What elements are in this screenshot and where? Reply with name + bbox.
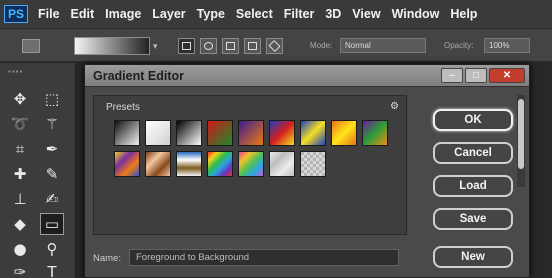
reflected-gradient-button[interactable] <box>244 38 261 54</box>
crop-icon[interactable]: ⌗ <box>8 138 32 160</box>
mode-label: Mode: <box>310 41 333 50</box>
mode-select[interactable]: Normal <box>340 38 426 53</box>
load-button[interactable]: Load <box>433 175 513 197</box>
dodge-icon[interactable]: ⚲ <box>40 238 64 260</box>
menu-select[interactable]: Select <box>236 7 273 21</box>
preset-swatch-orange-yellow-orange[interactable] <box>331 120 357 146</box>
preset-swatch-spectrum[interactable] <box>207 151 233 177</box>
minimize-icon[interactable]: – <box>441 68 463 83</box>
healing-brush-icon[interactable]: ✚ <box>8 163 32 185</box>
menu-view[interactable]: View <box>352 7 380 21</box>
app-logo: PS <box>4 5 28 23</box>
preset-swatch-grid <box>114 120 388 190</box>
pen-icon[interactable]: ✑ <box>8 261 32 278</box>
eraser-icon[interactable]: ◆ <box>8 213 32 235</box>
preset-swatch-fg-to-transparent[interactable] <box>145 120 171 146</box>
preset-swatch-fg-to-bg[interactable] <box>114 120 140 146</box>
chevron-down-icon[interactable]: ▾ <box>153 41 158 52</box>
new-button[interactable]: New <box>433 246 513 268</box>
presets-label: Presets <box>106 102 140 113</box>
preset-swatch-black-white[interactable] <box>176 120 202 146</box>
preset-swatch-violet-green-orange[interactable] <box>362 120 388 146</box>
angle-gradient-button[interactable] <box>222 38 239 54</box>
preset-swatch-blue-red-yellow[interactable] <box>269 120 295 146</box>
dialog-titlebar[interactable]: Gradient Editor – □ ✕ <box>85 65 529 87</box>
preset-swatch-transparent-stripes[interactable] <box>269 151 295 177</box>
menu-image[interactable]: Image <box>105 7 141 21</box>
options-bar: ▾ Mode: Normal Opacity: 100% <box>0 28 552 62</box>
menu-bar: PS File Edit Image Layer Type Select Fil… <box>0 0 552 28</box>
linear-gradient-button[interactable] <box>178 38 195 54</box>
preset-swatch-yellow-violet-orange-blue[interactable] <box>114 151 140 177</box>
close-icon[interactable]: ✕ <box>489 68 525 83</box>
ok-button[interactable]: OK <box>433 109 513 131</box>
menu-type[interactable]: Type <box>197 7 225 21</box>
gradient-preview[interactable] <box>74 37 150 55</box>
gear-icon[interactable]: ⚙ <box>390 101 399 112</box>
tools-panel: ▪▪▪▪ ✥ ⬚ ➰ ⚚ ⌗ ✒ ✚ ✎ ⊥ ✍ ◆ ▭ ● ⚲ ✑ T <box>0 63 76 278</box>
brush-icon[interactable]: ✎ <box>40 163 64 185</box>
eyedropper-icon[interactable]: ✒ <box>40 138 64 160</box>
scrollbar-thumb[interactable] <box>518 99 524 169</box>
gradient-name-field[interactable] <box>129 249 399 266</box>
menu-file[interactable]: File <box>38 7 60 21</box>
dialog-title: Gradient Editor <box>93 69 184 83</box>
panel-grip[interactable]: ▪▪▪▪ <box>8 67 23 76</box>
diamond-gradient-button[interactable] <box>266 38 283 54</box>
clone-stamp-icon[interactable]: ⊥ <box>8 188 32 210</box>
menu-edit[interactable]: Edit <box>71 7 95 21</box>
lasso-icon[interactable]: ➰ <box>8 113 32 135</box>
preset-swatch-red-green[interactable] <box>207 120 233 146</box>
preset-swatch-copper[interactable] <box>145 151 171 177</box>
menu-3d[interactable]: 3D <box>325 7 341 21</box>
maximize-icon[interactable]: □ <box>465 68 487 83</box>
magic-wand-icon[interactable]: ⚚ <box>40 113 64 135</box>
blur-icon[interactable]: ● <box>8 238 32 260</box>
type-icon[interactable]: T <box>40 261 64 278</box>
menu-filter[interactable]: Filter <box>284 7 315 21</box>
preset-swatch-blue-yellow-blue[interactable] <box>300 120 326 146</box>
name-label: Name: <box>93 253 121 264</box>
radial-gradient-button[interactable] <box>200 38 217 54</box>
gradient-editor-dialog: Gradient Editor – □ ✕ Presets ⚙ OK Cance… <box>84 64 530 278</box>
menu-layer[interactable]: Layer <box>152 7 185 21</box>
cancel-button[interactable]: Cancel <box>433 142 513 164</box>
presets-panel: Presets ⚙ <box>93 95 407 235</box>
preset-swatch-checker[interactable] <box>300 151 326 177</box>
history-brush-icon[interactable]: ✍ <box>40 188 64 210</box>
preset-swatch-transparent-rainbow[interactable] <box>238 151 264 177</box>
preset-swatch-chrome[interactable] <box>176 151 202 177</box>
preset-swatch-violet-orange[interactable] <box>238 120 264 146</box>
tool-preset-picker[interactable] <box>22 39 40 53</box>
move-icon[interactable]: ✥ <box>8 88 32 110</box>
menu-help[interactable]: Help <box>450 7 477 21</box>
presets-scrollbar[interactable] <box>517 95 525 187</box>
save-button[interactable]: Save <box>433 208 513 230</box>
opacity-label: Opacity: <box>444 41 474 50</box>
marquee-icon[interactable]: ⬚ <box>40 88 64 110</box>
opacity-field[interactable]: 100% <box>484 38 530 53</box>
menu-window[interactable]: Window <box>392 7 440 21</box>
gradient-icon[interactable]: ▭ <box>40 213 64 235</box>
